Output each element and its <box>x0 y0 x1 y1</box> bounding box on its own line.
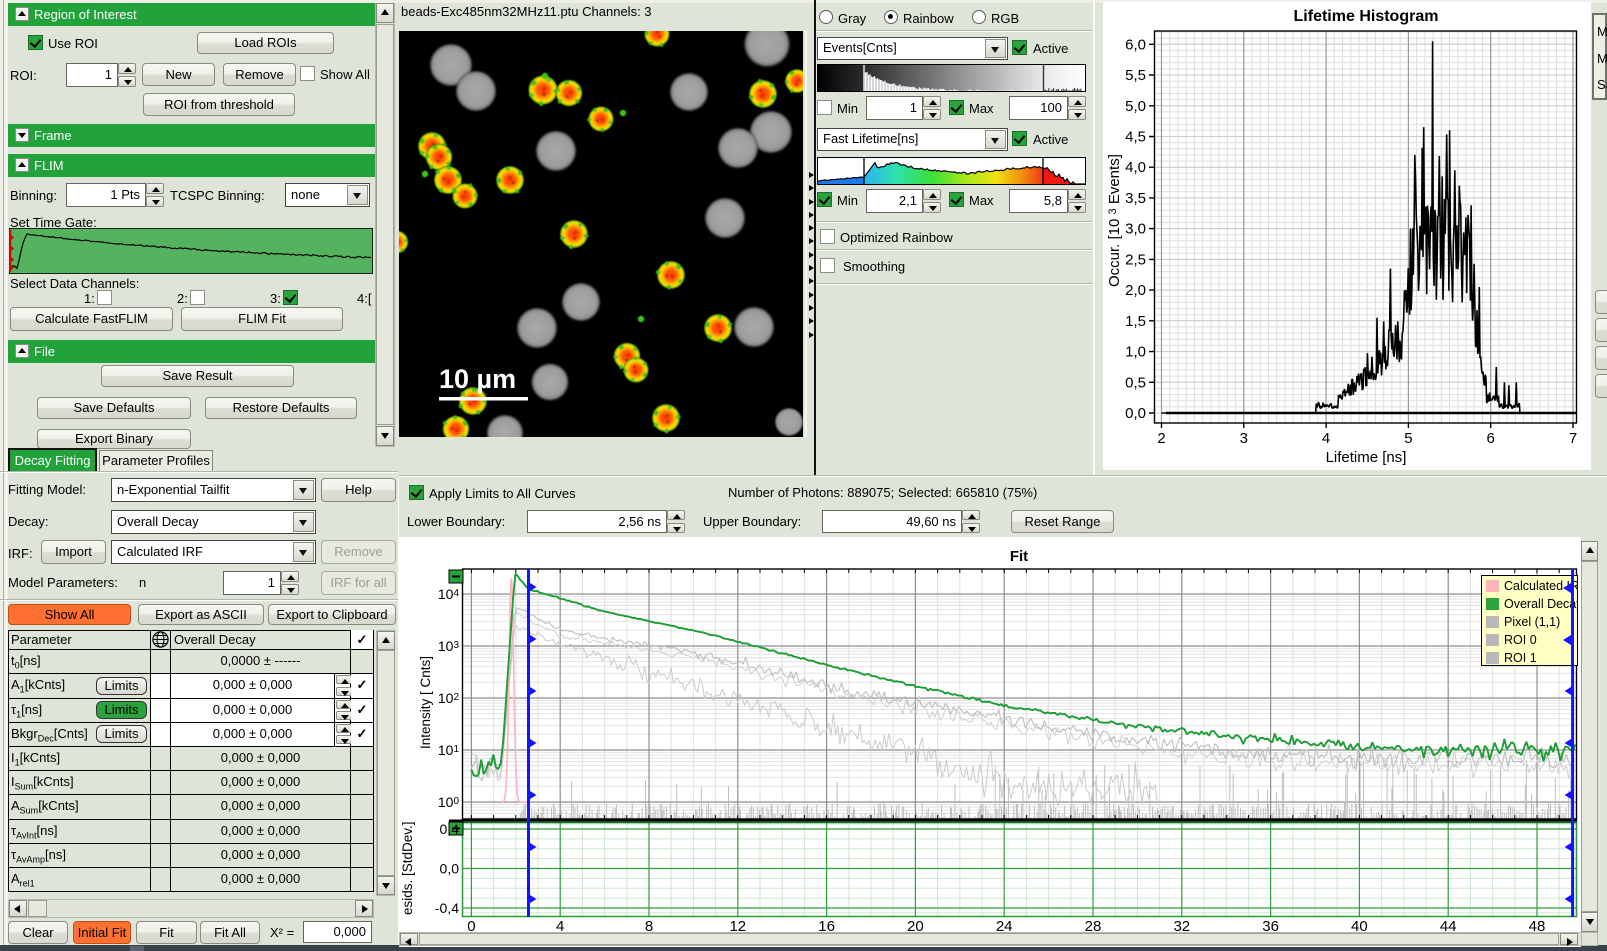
svg-text:0,5: 0,5 <box>1125 374 1146 391</box>
svg-text:3: 3 <box>1240 430 1248 447</box>
svg-text:0,4: 0,4 <box>440 821 460 837</box>
svg-text:Intensity [ Cnts]: Intensity [ Cnts] <box>418 656 433 749</box>
svg-text:0,0: 0,0 <box>1125 405 1146 422</box>
svg-text:5: 5 <box>1404 430 1412 447</box>
svg-text:0,0: 0,0 <box>440 861 460 877</box>
svg-text:6: 6 <box>1487 430 1495 447</box>
svg-text:6,0: 6,0 <box>1125 36 1146 53</box>
svg-text:4: 4 <box>1322 430 1330 447</box>
svg-text:4,5: 4,5 <box>1125 129 1146 146</box>
svg-text:4,0: 4,0 <box>1125 159 1146 176</box>
svg-text:7: 7 <box>1569 430 1577 447</box>
svg-text:Fit: Fit <box>1010 548 1028 565</box>
svg-text:2,0: 2,0 <box>1125 282 1146 299</box>
svg-text:5,0: 5,0 <box>1125 98 1146 115</box>
svg-text:10 µm: 10 µm <box>439 364 516 394</box>
svg-text:2,5: 2,5 <box>1125 251 1146 268</box>
svg-text:3,5: 3,5 <box>1125 190 1146 207</box>
svg-text:3,0: 3,0 <box>1125 221 1146 238</box>
svg-text:esids. [StdDev.]: esids. [StdDev.] <box>400 821 415 915</box>
svg-text:Lifetime Histogram: Lifetime Histogram <box>1294 8 1439 25</box>
svg-text:Occur. [10 3 Events]: Occur. [10 3 Events] <box>1106 154 1123 287</box>
svg-text:-0,4: -0,4 <box>435 900 459 916</box>
svg-text:1,0: 1,0 <box>1125 344 1146 361</box>
svg-text:5,5: 5,5 <box>1125 67 1146 84</box>
svg-text:1,5: 1,5 <box>1125 313 1146 330</box>
svg-text:Lifetime [ns]: Lifetime [ns] <box>1326 449 1407 466</box>
svg-text:2: 2 <box>1157 430 1165 447</box>
